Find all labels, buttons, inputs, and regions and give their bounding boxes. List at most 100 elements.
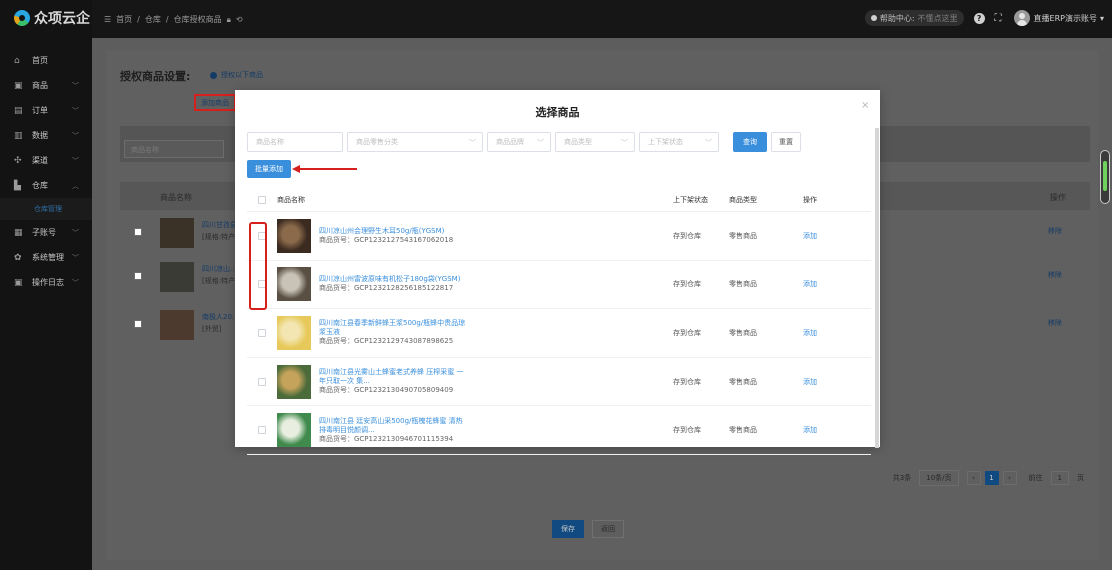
nav-icon: ▥ <box>14 130 23 141</box>
question-icon[interactable]: ? <box>973 12 985 24</box>
remove-link[interactable]: 移除 <box>1048 318 1062 328</box>
shelf-status: 存到仓库 <box>673 377 701 386</box>
auth-products-link[interactable]: 授权以下商品 <box>210 70 263 80</box>
remove-link[interactable]: 移除 <box>1048 226 1062 236</box>
add-link[interactable]: 添加 <box>803 232 817 240</box>
add-link[interactable]: 添加 <box>803 378 817 386</box>
product-rows: 四川凉山州会理野生木耳50g/瓶(YGSM) 商品货号：GCP1232127543… <box>247 212 871 455</box>
sidebar-item[interactable]: ▥ 数据 ﹀ <box>0 123 92 148</box>
batch-add-button[interactable]: 批量添加 <box>247 160 291 178</box>
row-checkbox[interactable] <box>258 426 266 435</box>
sidebar: 众项云企 ⌂ 首页 ▣ 商品 ﹀ ▤ 订单 ﹀ ▥ 数据 ﹀ ✣ 渠道 ﹀ ▙ 仓库 ︿ 仓库管理 ▦ 子账号 ﹀ ✿ 系统… <box>0 0 92 570</box>
logo-text: 众项云企 <box>34 11 90 27</box>
product-image <box>277 315 311 350</box>
breadcrumb-separator: / <box>165 15 169 24</box>
chevron-down-icon[interactable]: ▾ <box>1100 14 1104 23</box>
account-name[interactable]: 直播ERP演示账号 <box>1034 13 1097 24</box>
chevron-icon: ﹀ <box>72 81 79 90</box>
product-type-select[interactable]: 商品类型 ﹀ <box>555 132 635 152</box>
dialog-scrollbar[interactable] <box>875 128 879 448</box>
product-type: 零售商品 <box>729 280 757 289</box>
top-bar: ☰ 首页 / 仓库 / 仓库授权商品 🔒︎ ⟲ 帮助中心: 不懂点这里 ? ⛶ … <box>92 0 1112 38</box>
product-type: 零售商品 <box>729 426 757 435</box>
product-name-link[interactable]: 四川南江县光雾山土蜂蜜老式养蜂 压榨采蜜 一年只取一次 集... <box>319 368 469 386</box>
goto-page-input[interactable]: 1 <box>1050 471 1069 485</box>
row-checkbox[interactable] <box>258 377 266 386</box>
chevron-icon: ﹀ <box>72 228 79 237</box>
add-link[interactable]: 添加 <box>803 280 817 288</box>
remove-link[interactable]: 移除 <box>1048 270 1062 280</box>
table-row: 四川南江县光雾山土蜂蜜老式养蜂 压榨采蜜 一年只取一次 集... 商品货号：GCP… <box>247 358 871 407</box>
product-name-link[interactable]: 四川南江县春季新鲜蜂王浆500g/瓶蜂中贵品琼浆玉液 <box>319 319 469 337</box>
app-logo[interactable]: 众项云企 <box>14 8 90 28</box>
fullscreen-icon[interactable]: ⛶ <box>995 13 1002 24</box>
add-link[interactable]: 添加 <box>803 329 817 337</box>
annotation-arrow-head <box>292 165 300 173</box>
product-title[interactable]: 南极人20… <box>202 312 239 322</box>
product-image <box>277 218 311 253</box>
product-title[interactable]: 四川凉山… <box>202 264 237 274</box>
back-button[interactable]: 返回 <box>592 520 624 538</box>
pagination: 共3条 10条/页 ‹ 1 › 前往 1 页 <box>893 470 1084 486</box>
shelf-status: 存到仓库 <box>673 231 701 240</box>
row-checkbox[interactable] <box>258 328 266 337</box>
product-name-search[interactable]: 商品名称 <box>124 140 224 158</box>
product-image <box>277 267 311 302</box>
sidebar-item[interactable]: ✿ 系统管理 ﹀ <box>0 245 92 270</box>
avatar[interactable] <box>1013 10 1030 26</box>
help-center[interactable]: 帮助中心: 不懂点这里 <box>864 10 964 26</box>
prev-page-button[interactable]: ‹ <box>966 471 981 485</box>
sidebar-item[interactable]: ▣ 商品 ﹀ <box>0 73 92 98</box>
page-size-select[interactable]: 10条/页 <box>919 470 959 486</box>
row-checkbox[interactable] <box>134 320 142 328</box>
chevron-icon: ﹀ <box>72 131 79 140</box>
close-icon[interactable]: × <box>861 100 869 111</box>
auth-link-label: 授权以下商品 <box>221 71 263 79</box>
dialog-title: 选择商品 <box>535 106 580 119</box>
sidebar-item[interactable]: ▣ 操作日志 ﹀ <box>0 270 92 295</box>
sidebar-item[interactable]: ✣ 渠道 ﹀ <box>0 148 92 173</box>
sidebar-item[interactable]: ▙ 仓库 ︿ <box>0 173 92 198</box>
chevron-icon: ︿ <box>72 181 79 190</box>
page-number[interactable]: 1 <box>984 471 999 485</box>
product-table: 商品名称 上下架状态 商品类型 操作 四川凉山州会理野生木耳50g/瓶(YGSM… <box>247 188 871 455</box>
refresh-icon[interactable]: ⟲ <box>236 15 243 24</box>
menu-toggle-icon[interactable]: ☰ <box>104 15 111 24</box>
nav-icon: ▤ <box>14 105 23 116</box>
brand-select[interactable]: 商品品牌 ﹀ <box>487 132 551 152</box>
row-checkbox[interactable] <box>134 272 142 280</box>
side-panel-handle[interactable] <box>1100 150 1110 204</box>
product-name-link[interactable]: 四川南江县 廷安高山采500g/瓶槐花蜂蜜 清热排毒明目悦颜调... <box>319 417 469 435</box>
shelf-status: 存到仓库 <box>673 280 701 289</box>
sidebar-item-label: 商品 <box>32 81 48 90</box>
reset-button[interactable]: 重置 <box>771 132 801 152</box>
nav-icon: ⌂ <box>14 55 20 66</box>
product-name-link[interactable]: 四川凉山州会理野生木耳50g/瓶(YGSM) <box>319 227 469 236</box>
sidebar-item[interactable]: ▤ 订单 ﹀ <box>0 98 92 123</box>
product-image <box>277 364 311 399</box>
sidebar-item[interactable]: ▦ 子账号 ﹀ <box>0 220 92 245</box>
save-button[interactable]: 保存 <box>552 520 584 538</box>
add-link[interactable]: 添加 <box>803 426 817 434</box>
chevron-icon: ﹀ <box>72 278 79 287</box>
shelf-status-select[interactable]: 上下架状态 ﹀ <box>639 132 719 152</box>
add-product-link[interactable]: 添加商品 <box>194 94 236 111</box>
row-checkbox[interactable] <box>134 228 142 236</box>
retail-category-select[interactable]: 商品零售分类 ﹀ <box>347 132 483 152</box>
query-button[interactable]: 查询 <box>733 132 767 152</box>
breadcrumb-warehouse[interactable]: 仓库 <box>145 14 161 25</box>
chevron-down-icon: ﹀ <box>537 139 544 147</box>
breadcrumb-home[interactable]: 首页 <box>116 14 132 25</box>
next-page-button[interactable]: › <box>1002 471 1017 485</box>
select-all-checkbox[interactable] <box>258 195 266 204</box>
product-type-placeholder: 商品类型 <box>564 138 592 146</box>
column-header-op: 操作 <box>1050 193 1066 202</box>
sidebar-subitem-warehouse-manage[interactable]: 仓库管理 <box>0 198 92 220</box>
scrollbar-thumb[interactable] <box>875 128 879 448</box>
sidebar-item[interactable]: ⌂ 首页 <box>0 48 92 73</box>
product-name-input[interactable]: 商品名称 <box>247 132 343 152</box>
annotation-arrow <box>297 168 357 170</box>
annotation-highlight-box <box>249 222 267 310</box>
shelf-status-placeholder: 上下架状态 <box>648 138 683 146</box>
nav-icon: ✣ <box>14 155 22 166</box>
